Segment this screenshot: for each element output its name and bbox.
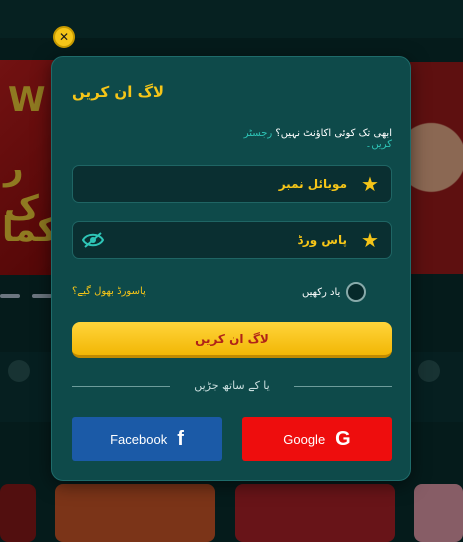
mobile-number-field[interactable]: موبائل نمبر ★ xyxy=(72,165,392,203)
facebook-login-button[interactable]: Facebook f xyxy=(72,417,222,461)
mobile-number-label: موبائل نمبر xyxy=(278,177,347,191)
star-icon: ★ xyxy=(361,228,379,252)
facebook-label: Facebook xyxy=(110,431,168,447)
forgot-password-link[interactable]: پاسورڈ بھول گیے؟ xyxy=(72,286,146,297)
star-icon: ★ xyxy=(361,172,379,196)
modal-title: لاگ ان کریں xyxy=(72,83,165,101)
login-button[interactable]: لاگ ان کریں xyxy=(72,322,392,358)
remember-me-label: یاد رکھیں xyxy=(302,286,341,298)
password-label: پاس ورڈ xyxy=(297,233,347,247)
remember-me-radio[interactable] xyxy=(346,282,367,302)
close-button[interactable]: ✕ xyxy=(53,26,75,48)
close-icon: ✕ xyxy=(58,30,70,44)
social-divider: یا کے ساتھ جڑیں xyxy=(72,379,392,393)
google-icon: G xyxy=(335,428,351,450)
login-modal: لاگ ان کریں ابھی تک کوئی اکاؤنٹ نہیں؟ رج… xyxy=(51,56,411,481)
divider-line xyxy=(294,386,392,387)
google-label: Google xyxy=(283,431,326,447)
google-login-button[interactable]: Google G xyxy=(242,417,392,461)
eye-slash-icon[interactable] xyxy=(82,231,104,249)
register-question: ابھی تک کوئی اکاؤنٹ نہیں؟ xyxy=(275,128,392,139)
facebook-icon: f xyxy=(177,428,184,450)
password-field[interactable]: پاس ورڈ ★ xyxy=(72,221,392,259)
register-prompt: ابھی تک کوئی اکاؤنٹ نہیں؟ رجسٹر کریں۔ xyxy=(222,128,392,150)
remember-me[interactable]: یاد رکھیں xyxy=(302,282,367,302)
